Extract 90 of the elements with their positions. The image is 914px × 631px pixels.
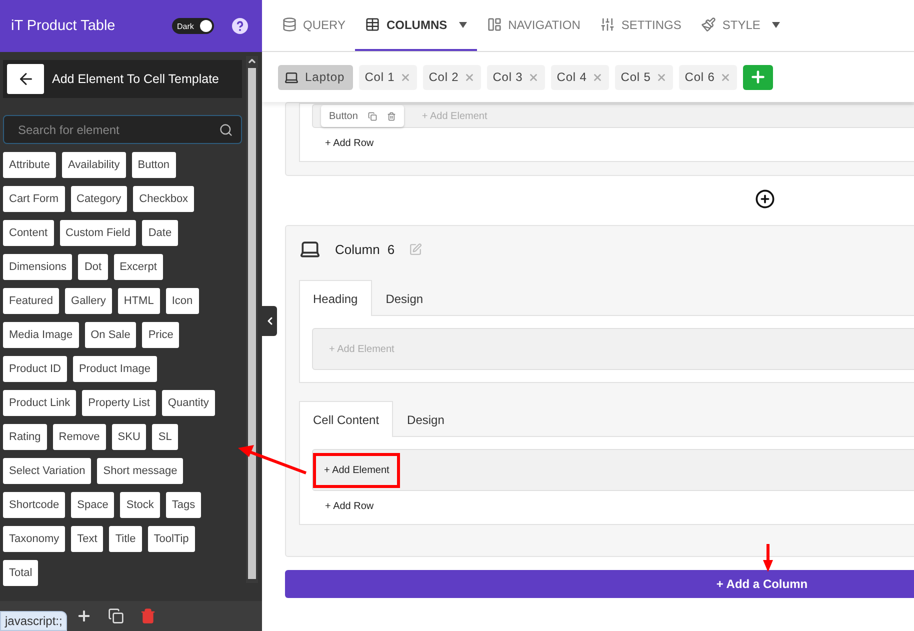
column-title: Column 6	[335, 242, 395, 256]
element-chip[interactable]: Button	[132, 152, 176, 178]
element-chip[interactable]: Text	[71, 526, 104, 552]
copy-icon[interactable]	[108, 608, 124, 624]
element-chip[interactable]: Rating	[3, 424, 47, 450]
device-button[interactable]: Laptop	[278, 64, 353, 90]
element-chip[interactable]: Attribute	[3, 152, 56, 178]
table-icon	[365, 17, 380, 32]
delete-icon[interactable]	[386, 112, 396, 120]
nav-tab[interactable]: QUERY	[272, 0, 356, 51]
add-a-column-button[interactable]: + Add a Column	[285, 570, 914, 598]
scroll-up-icon[interactable]	[247, 56, 257, 66]
laptop-icon	[284, 70, 299, 84]
element-chip[interactable]: Space	[71, 492, 114, 518]
element-chip[interactable]: Media Image	[3, 322, 79, 348]
link-preview: javascript:;	[0, 611, 68, 631]
element-chip[interactable]: Price	[142, 322, 180, 348]
element-chip[interactable]: Excerpt	[114, 254, 163, 280]
element-chip[interactable]: HTML	[118, 288, 160, 314]
add-row-button[interactable]: + Add Row	[312, 501, 374, 512]
tab[interactable]: Cell Content	[299, 401, 394, 437]
element-chip[interactable]: On Sale	[84, 322, 136, 348]
element-chip[interactable]: Quantity	[162, 390, 215, 416]
element-chip[interactable]: Dot	[78, 254, 108, 280]
back-button[interactable]	[7, 64, 44, 94]
element-chip[interactable]: Checkbox	[133, 186, 194, 212]
element-chip[interactable]: Icon	[166, 288, 199, 314]
element-chip[interactable]: SL	[152, 424, 178, 450]
element-chip[interactable]: Date	[142, 220, 178, 246]
app-title: iT Product Table	[11, 18, 116, 34]
element-chip[interactable]: Category	[70, 186, 128, 212]
delete-icon[interactable]	[140, 608, 156, 624]
add-row-button[interactable]: + Add Row	[312, 138, 374, 149]
element-chip[interactable]: Product Link	[3, 390, 76, 416]
brush-icon	[701, 17, 716, 32]
element-chip[interactable]: Custom Field	[60, 220, 136, 246]
help-icon[interactable]	[232, 18, 248, 34]
search-icon	[219, 123, 233, 137]
element-chip[interactable]: Product Image	[72, 356, 157, 382]
caret-icon	[772, 22, 780, 28]
add-icon[interactable]	[76, 608, 92, 624]
nav-tab[interactable]: SETTINGS	[590, 0, 692, 51]
element-chip[interactable]: Short message	[97, 458, 184, 484]
column-chip[interactable]: Col 5	[614, 64, 673, 90]
element-chip[interactable]: Gallery	[65, 288, 112, 314]
scrollbar[interactable]	[246, 56, 258, 583]
column-chip[interactable]: Col 2	[422, 64, 481, 90]
element-chip[interactable]: Total	[3, 560, 38, 586]
database-icon	[282, 17, 297, 32]
element-chip[interactable]: Tags	[166, 492, 202, 518]
annotation-arrow	[238, 445, 307, 474]
element-chip[interactable]: Title	[109, 526, 142, 552]
collapse-button[interactable]	[262, 306, 277, 336]
dark-mode-toggle[interactable]: Dark	[172, 18, 214, 34]
copy-icon[interactable]	[368, 112, 377, 120]
column-chip[interactable]: Col 6	[678, 64, 737, 90]
tab[interactable]: Heading	[299, 280, 372, 316]
add-element-button[interactable]: + Add Element	[313, 452, 400, 488]
element-chip[interactable]: Cart Form	[3, 186, 64, 212]
column-chip[interactable]: Col 1	[358, 64, 417, 90]
search-field[interactable]: Search for element	[3, 115, 242, 144]
element-chip[interactable]: Shortcode	[3, 492, 66, 518]
element-chip[interactable]: Select Variation	[3, 458, 92, 484]
sliders-icon	[600, 17, 616, 32]
tab[interactable]: Design	[372, 280, 438, 316]
element-chip[interactable]: Content	[3, 220, 54, 246]
element-chip[interactable]: Remove	[52, 424, 106, 450]
element-label: Button	[329, 110, 358, 122]
annotation-arrow	[763, 544, 773, 572]
element-chip[interactable]: Taxonomy	[3, 526, 66, 552]
column-chip[interactable]: Col 3	[486, 64, 545, 90]
layout-icon	[487, 17, 502, 32]
element-chip[interactable]: Property List	[82, 390, 156, 416]
column-chip[interactable]: Col 4	[550, 64, 609, 90]
element-chip[interactable]: ToolTip	[148, 526, 195, 552]
element-chip[interactable]: SKU	[112, 424, 146, 450]
add-icon[interactable]	[755, 189, 775, 209]
tab[interactable]: Design	[393, 401, 458, 437]
caret-icon	[459, 22, 468, 28]
element-chip[interactable]: Product ID	[3, 356, 67, 382]
panel-title: Add Element To Cell Template	[52, 72, 219, 86]
toggle-label: Dark	[177, 22, 195, 30]
plus-icon	[748, 68, 767, 86]
element-chip[interactable]: Featured	[3, 288, 60, 314]
element-chip[interactable]: Availability	[62, 152, 126, 178]
add-column-button[interactable]	[742, 64, 773, 90]
element-chip[interactable]: Stock	[120, 492, 160, 518]
element-chip[interactable]: Dimensions	[3, 254, 72, 280]
nav-tab[interactable]: STYLE	[691, 0, 790, 51]
nav-tab[interactable]: NAVIGATION	[477, 0, 590, 51]
